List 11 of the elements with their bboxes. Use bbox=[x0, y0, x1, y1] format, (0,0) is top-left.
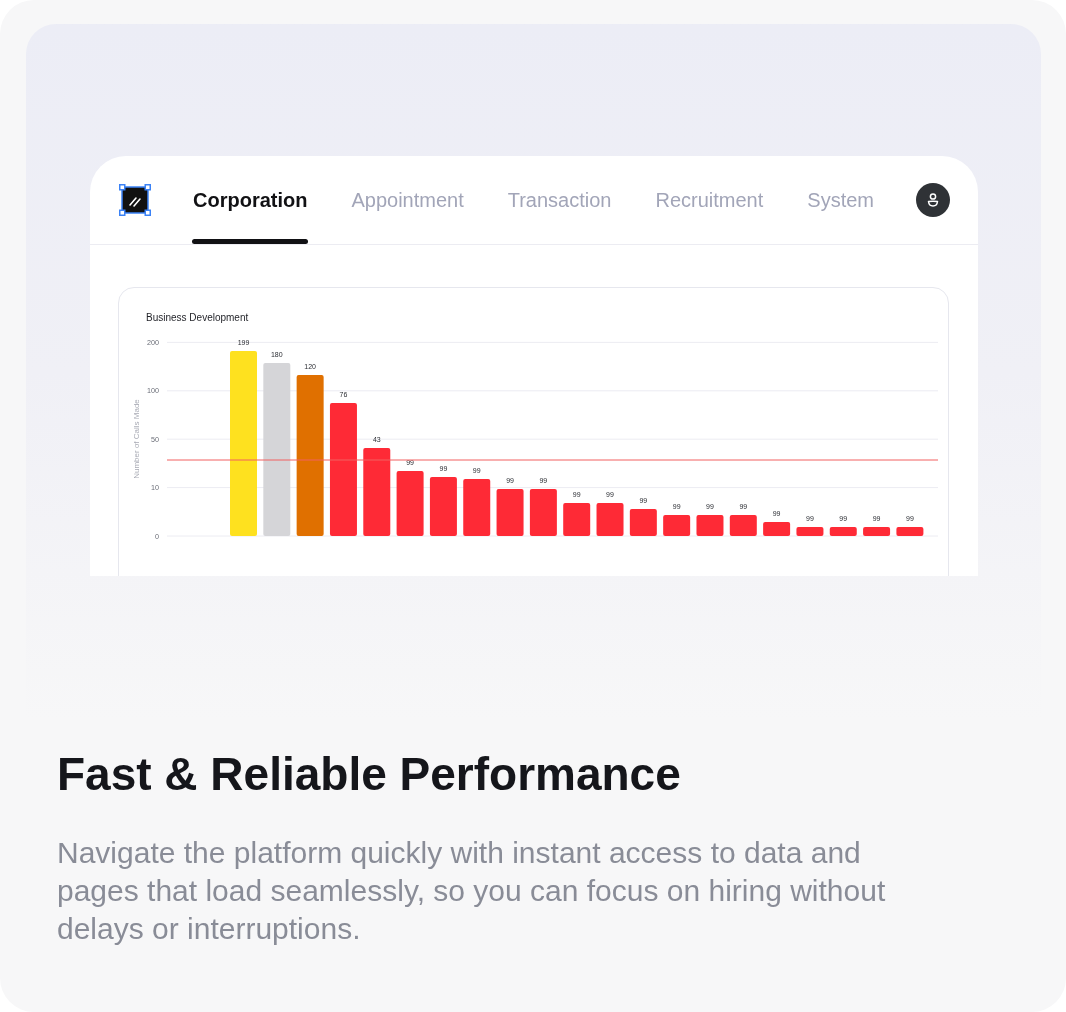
chart-title: Business Development bbox=[146, 312, 249, 324]
nav-tab[interactable]: System bbox=[806, 156, 875, 244]
logo-icon bbox=[119, 184, 151, 216]
nav-tab[interactable]: Recruitment bbox=[654, 156, 765, 244]
feature-description: Navigate the platform quickly with instant access to data and pages that load seamlessly, so you can focus on hiring without delays or interruptions. bbox=[57, 835, 887, 947]
axis-title: Number of Calls Made bbox=[132, 399, 141, 479]
feature-heading: Fast & Reliable Performance bbox=[57, 748, 681, 800]
nav-tab[interactable]: Corporation bbox=[192, 156, 309, 244]
user-icon[interactable] bbox=[916, 183, 950, 217]
nav-tab[interactable]: Appointment bbox=[350, 156, 465, 244]
nav-tab[interactable]: Transaction bbox=[506, 156, 613, 244]
